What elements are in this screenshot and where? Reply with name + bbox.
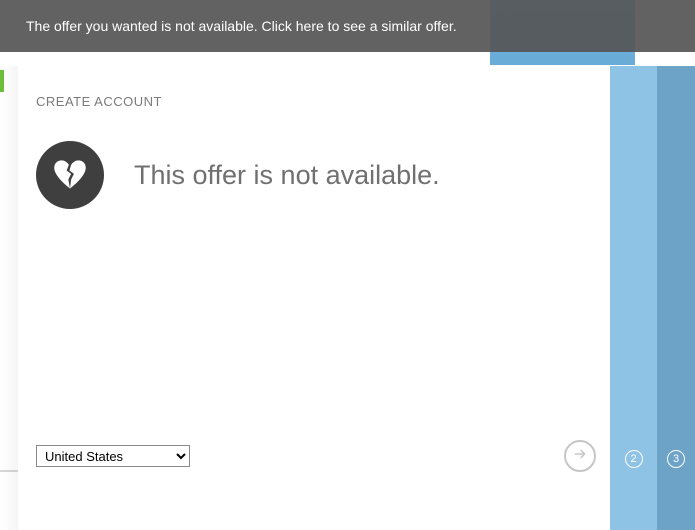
panel-title: CREATE ACCOUNT — [36, 94, 592, 109]
notification-text: The offer you wanted is not available. C… — [26, 18, 457, 34]
create-account-panel: CREATE ACCOUNT This offer is not availab… — [18, 66, 610, 530]
next-button[interactable] — [564, 440, 596, 472]
step-3-number: 3 — [673, 454, 679, 465]
footer-row: United States — [36, 440, 596, 472]
step-2-number: 2 — [630, 454, 636, 465]
step-3-badge[interactable]: 3 — [667, 450, 685, 468]
panel-shadow — [0, 66, 18, 530]
country-select[interactable]: United States — [36, 445, 190, 467]
arrow-right-icon — [572, 446, 588, 467]
step-rail-2: 2 — [610, 66, 657, 530]
message-row: This offer is not available. — [36, 141, 592, 209]
step-rail-3: 3 — [657, 66, 695, 530]
step-2-badge[interactable]: 2 — [625, 450, 643, 468]
notification-bar[interactable]: The offer you wanted is not available. C… — [0, 0, 695, 52]
broken-heart-icon — [36, 141, 104, 209]
offer-message: This offer is not available. — [134, 160, 440, 191]
close-button[interactable] — [574, 84, 598, 108]
